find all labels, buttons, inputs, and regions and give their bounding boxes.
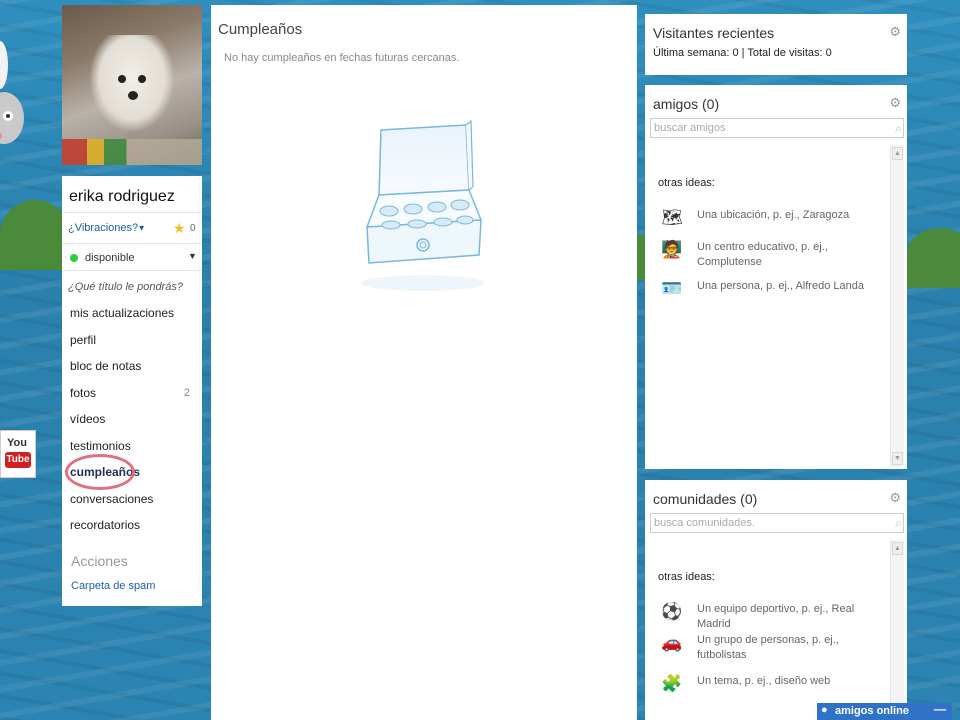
status-select[interactable]: disponible (85, 252, 135, 264)
scroll-up-button[interactable]: ▲ (892, 542, 903, 555)
friends-panel: amigos (0) ⚙ ⌕ ▲ ▼ otras ideas: 🗺 Una ub… (645, 85, 907, 469)
scroll-down-button[interactable]: ▼ (892, 452, 903, 465)
gear-icon[interactable]: ⚙ (889, 490, 901, 506)
empty-cake-box-illustration (361, 119, 485, 291)
profile-menu: mis actualizaciones perfil bloc de notas… (62, 302, 202, 541)
menu-label: testimonios (70, 438, 131, 453)
communities-panel: comunidades (0) ⚙ ⌕ ▲ otras ideas: ⚽ Un … (645, 480, 907, 720)
menu-count: 2 (183, 386, 190, 399)
empty-message: No hay cumpleaños en fechas futuras cerc… (224, 52, 460, 64)
divider (62, 243, 202, 244)
communities-title: comunidades (0) (653, 491, 758, 507)
youtube-logo-top: You (7, 437, 27, 449)
menu-item-mis-actualizaciones[interactable]: mis actualizaciones (62, 302, 202, 329)
online-friends-bar[interactable]: ● amigos online — (817, 702, 952, 720)
recent-visitors-panel: Visitantes recientes ⚙ Última semana: 0 … (645, 14, 907, 75)
dog-left-eye (118, 75, 126, 83)
friends-title: amigos (0) (653, 96, 720, 112)
minimize-button[interactable]: — (934, 702, 946, 716)
menu-label: recordatorios (70, 518, 141, 532)
idea-text: Un equipo deportivo, p. ej., Real Madrid (697, 603, 855, 630)
dog-right-eye (138, 75, 146, 83)
youtube-button[interactable]: You Tube (0, 430, 36, 478)
menu-label: perfil (70, 332, 97, 347)
divider (62, 212, 202, 213)
search-icon[interactable]: ⌕ (895, 516, 902, 531)
actions-heading: Acciones (71, 553, 128, 569)
page-title: Cumpleaños (218, 21, 303, 38)
menu-item-recordatorios[interactable]: recordatorios (62, 514, 202, 541)
youtube-logo-bottom: Tube (5, 452, 31, 468)
idea-item[interactable]: 🚗 Un grupo de personas, p. ej., futbolis… (658, 631, 886, 665)
vibes-dropdown[interactable]: ¿Vibraciones? (68, 222, 144, 234)
blackboard-icon: 🧑‍🏫 (661, 240, 683, 259)
menu-item-fotos[interactable]: fotos 2 (62, 382, 202, 409)
menu-label: conversaciones (70, 491, 154, 506)
profile-photo[interactable] (62, 5, 202, 165)
chat-bubble-icon: ● (821, 704, 828, 716)
menu-label: mis actualizaciones (70, 306, 175, 320)
dog-nose (128, 91, 138, 100)
idea-text: Un grupo de personas, p. ej., futbolista… (697, 634, 839, 661)
idea-text: Un centro educativo, p. ej., Complutense (697, 241, 828, 268)
gear-icon[interactable]: ⚙ (889, 95, 901, 111)
background-hill-right (905, 228, 960, 288)
status-online-icon (70, 254, 78, 262)
search-icon[interactable]: ⌕ (895, 121, 902, 136)
menu-item-bloc-de-notas[interactable]: bloc de notas (62, 355, 202, 382)
title-prompt[interactable]: ¿Qué título le pondrás? (68, 281, 183, 293)
friends-scrollbar[interactable]: ▲ ▼ (890, 145, 904, 467)
communities-scrollbar[interactable]: ▲ (890, 540, 904, 720)
idea-item[interactable]: 🪪 Una persona, p. ej., Alfredo Landa (658, 277, 886, 311)
car-icon: 🚗 (661, 633, 683, 652)
gear-icon[interactable]: ⚙ (889, 24, 901, 40)
idea-text: Un tema, p. ej., diseño web (697, 675, 831, 687)
menu-item-videos[interactable]: vídeos (62, 408, 202, 435)
communities-search-input[interactable] (650, 513, 904, 533)
idea-item[interactable]: 🗺 Una ubicación, p. ej., Zaragoza (658, 206, 886, 240)
idea-text: Una ubicación, p. ej., Zaragoza (697, 209, 850, 221)
bunny-illustration (0, 41, 24, 144)
highlight-circle (65, 454, 135, 490)
birthdays-panel: Cumpleaños No hay cumpleaños en fechas f… (211, 5, 637, 720)
profile-name: erika rodriguez (69, 188, 175, 205)
map-icon: 🗺 (661, 208, 683, 227)
ideas-heading: otras ideas: (658, 571, 715, 583)
visitors-title: Visitantes recientes (653, 25, 775, 41)
visitors-summary: Última semana: 0 | Total de visitas: 0 (653, 47, 832, 59)
idea-item[interactable]: ⚽ Un equipo deportivo, p. ej., Real Madr… (658, 600, 886, 634)
idea-item[interactable]: 🧑‍🏫 Un centro educativo, p. ej., Complut… (658, 238, 886, 272)
menu-item-cumpleanos[interactable]: cumpleaños (62, 454, 202, 490)
idea-item[interactable]: 🧩 Un tema, p. ej., diseño web (658, 672, 886, 706)
profile-panel: erika rodriguez ¿Vibraciones? ★ 0 dispon… (62, 176, 202, 606)
chevron-down-icon[interactable]: ▼ (188, 251, 197, 261)
soccer-ball-icon: ⚽ (661, 602, 683, 621)
menu-label: bloc de notas (70, 359, 142, 373)
ideas-heading: otras ideas: (658, 177, 715, 189)
idea-text: Una persona, p. ej., Alfredo Landa (697, 280, 864, 292)
divider (62, 270, 202, 271)
puzzle-icon: 🧩 (661, 674, 683, 693)
photo-toys (62, 139, 202, 165)
id-card-icon: 🪪 (661, 279, 683, 298)
dog-photo-subject (90, 35, 174, 131)
menu-label: vídeos (70, 412, 106, 426)
online-friends-label: amigos online (835, 705, 909, 717)
menu-label: fotos (70, 385, 97, 400)
friends-search-input[interactable] (650, 118, 904, 138)
star-icon[interactable]: ★ (173, 220, 186, 237)
background-hill-left (0, 200, 70, 270)
spam-folder-link[interactable]: Carpeta de spam (71, 580, 155, 592)
scroll-up-button[interactable]: ▲ (892, 147, 903, 160)
menu-item-perfil[interactable]: perfil (62, 329, 202, 356)
menu-item-conversaciones[interactable]: conversaciones (62, 488, 202, 515)
star-count: 0 (190, 223, 196, 234)
